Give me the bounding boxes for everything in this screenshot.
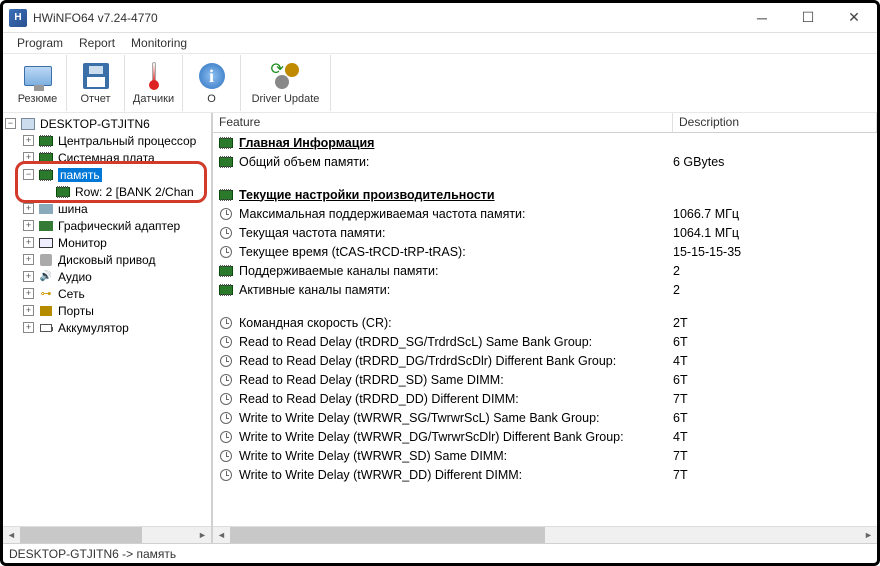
- tree-drive[interactable]: +Дисковый привод: [5, 251, 211, 268]
- info-icon: i: [197, 61, 227, 91]
- row-rdrd-sg[interactable]: Read to Read Delay (tRDRD_SG/TrdrdScL) S…: [213, 332, 877, 351]
- tree-monitor[interactable]: +Монитор: [5, 234, 211, 251]
- details-panel: Feature Description Главная Информация О…: [213, 113, 877, 543]
- driver-update-icon: ⟳: [271, 61, 301, 91]
- menu-bar: Program Report Monitoring: [3, 33, 877, 53]
- col-feature[interactable]: Feature: [213, 113, 673, 132]
- row-cur-freq[interactable]: Текущая частота памяти:1064.1 МГц: [213, 223, 877, 242]
- row-wrwr-sd[interactable]: Write to Write Delay (tWRWR_SD) Same DIM…: [213, 446, 877, 465]
- resume-button[interactable]: Резюме: [9, 55, 67, 111]
- app-icon: H: [9, 9, 27, 27]
- close-button[interactable]: ✕: [831, 3, 877, 33]
- menu-monitoring[interactable]: Monitoring: [123, 34, 195, 52]
- tree-audio[interactable]: +🔊Аудио: [5, 268, 211, 285]
- tree-cpu[interactable]: +Центральный процессор: [5, 132, 211, 149]
- menu-report[interactable]: Report: [71, 34, 123, 52]
- row-channels-act[interactable]: Активные каналы памяти:2: [213, 280, 877, 299]
- section-general: Главная Информация: [213, 133, 877, 152]
- thermometer-icon: [139, 61, 169, 91]
- sensors-button[interactable]: Датчики: [125, 55, 183, 111]
- row-wrwr-dd[interactable]: Write to Write Delay (tWRWR_DD) Differen…: [213, 465, 877, 484]
- row-rdrd-dg[interactable]: Read to Read Delay (tRDRD_DG/TrdrdScDlr)…: [213, 351, 877, 370]
- maximize-button[interactable]: ☐: [785, 3, 831, 33]
- speaker-icon: 🔊: [38, 270, 54, 284]
- section-performance: Текущие настройки производительности: [213, 185, 877, 204]
- device-tree[interactable]: −DESKTOP-GTJITN6 +Центральный процессор …: [3, 113, 213, 543]
- row-rdrd-sd[interactable]: Read to Read Delay (tRDRD_SD) Same DIMM:…: [213, 370, 877, 389]
- tree-ports[interactable]: +Порты: [5, 302, 211, 319]
- report-button[interactable]: Отчет: [67, 55, 125, 111]
- scroll-right-icon[interactable]: ►: [860, 527, 877, 544]
- row-wrwr-dg[interactable]: Write to Write Delay (tWRWR_DG/TwrwrScDl…: [213, 427, 877, 446]
- row-max-freq[interactable]: Максимальная поддерживаемая частота памя…: [213, 204, 877, 223]
- row-rdrd-dd[interactable]: Read to Read Delay (tRDRD_DD) Different …: [213, 389, 877, 408]
- details-hscrollbar[interactable]: ◄ ►: [213, 526, 877, 543]
- scroll-left-icon[interactable]: ◄: [3, 527, 20, 544]
- network-icon: ⊶: [38, 287, 54, 301]
- minimize-button[interactable]: ─: [739, 3, 785, 33]
- window-title: HWiNFO64 v7.24-4770: [33, 11, 158, 25]
- tree-gpu[interactable]: +Графический адаптер: [5, 217, 211, 234]
- row-wrwr-sg[interactable]: Write to Write Delay (tWRWR_SG/TwrwrScL)…: [213, 408, 877, 427]
- tree-motherboard[interactable]: +Системная плата: [5, 149, 211, 166]
- scroll-left-icon[interactable]: ◄: [213, 527, 230, 544]
- tree-network[interactable]: +⊶Сеть: [5, 285, 211, 302]
- menu-program[interactable]: Program: [9, 34, 71, 52]
- tree-root[interactable]: −DESKTOP-GTJITN6: [5, 115, 211, 132]
- status-path: DESKTOP-GTJITN6 -> память: [9, 547, 176, 561]
- tree-memory[interactable]: −память: [5, 166, 211, 183]
- tree-bus[interactable]: +шина: [5, 200, 211, 217]
- col-description[interactable]: Description: [673, 113, 877, 132]
- tree-battery[interactable]: +Аккумулятор: [5, 319, 211, 336]
- row-channels-sup[interactable]: Поддерживаемые каналы памяти:2: [213, 261, 877, 280]
- row-timing[interactable]: Текущее время (tCAS-tRCD-tRP-tRAS):15-15…: [213, 242, 877, 261]
- row-cr[interactable]: Командная скорость (CR):2T: [213, 313, 877, 332]
- driver-update-button[interactable]: ⟳ Driver Update: [241, 55, 331, 111]
- details-header[interactable]: Feature Description: [213, 113, 877, 133]
- tree-hscrollbar[interactable]: ◄ ►: [3, 526, 211, 543]
- floppy-icon: [81, 61, 111, 91]
- monitor-icon: [23, 61, 53, 91]
- toolbar: Резюме Отчет Датчики i О ⟳ Driver Update: [3, 53, 877, 113]
- tree-memory-row[interactable]: Row: 2 [BANK 2/Chan: [5, 183, 211, 200]
- scroll-right-icon[interactable]: ►: [194, 527, 211, 544]
- title-bar: H HWiNFO64 v7.24-4770 ─ ☐ ✕: [3, 3, 877, 33]
- about-button[interactable]: i О: [183, 55, 241, 111]
- status-bar: DESKTOP-GTJITN6 -> память: [3, 543, 877, 563]
- row-total-memory[interactable]: Общий объем памяти:6 GBytes: [213, 152, 877, 171]
